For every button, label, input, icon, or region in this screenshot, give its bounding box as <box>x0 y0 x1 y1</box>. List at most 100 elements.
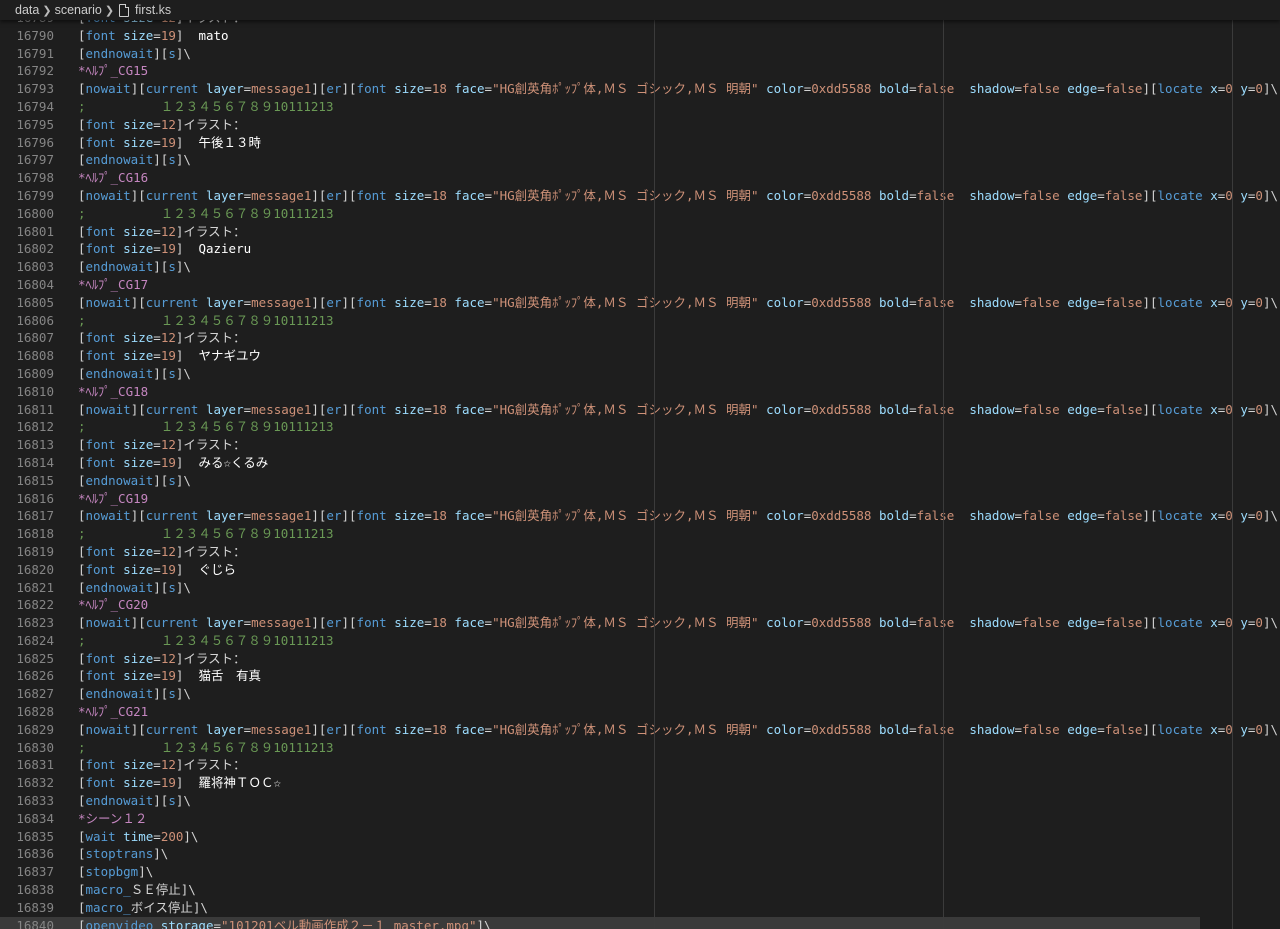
code-line[interactable]: 16836 [stoptrans]\ <box>0 845 1280 863</box>
code-line[interactable]: 16798 *ﾍﾙﾌﾟ_CG16 <box>0 169 1280 187</box>
code-token: = <box>213 917 222 929</box>
code-line[interactable]: 16840 [openvideo storage="101201ベル動画作成２－１… <box>0 916 1200 929</box>
code-token: y <box>1240 81 1248 97</box>
code-line[interactable]: 16808 [font size=19] ヤナギユウ <box>0 347 1280 365</box>
line-number: 16831 <box>16 757 54 773</box>
code-line[interactable]: 16795 [font size=12]イラスト： <box>0 116 1280 134</box>
code-line[interactable]: 16803 [endnowait][s]\ <box>0 258 1280 276</box>
code-token: endnowait <box>85 579 154 595</box>
code-token: ]\ <box>1262 81 1278 97</box>
code-line[interactable]: 16837 [stopbgm]\ <box>0 863 1280 881</box>
code-line[interactable]: 16816 *ﾍﾙﾌﾟ_CG19 <box>0 490 1280 508</box>
code-line[interactable]: 16820 [font size=19] ぐじら <box>0 561 1280 579</box>
code-token: *ﾍﾙﾌﾟ_CG16 <box>78 170 149 186</box>
code-token: size <box>123 437 154 453</box>
code-line[interactable]: 16838 [macro_ＳＥ停止]\ <box>0 881 1280 899</box>
code-line[interactable]: 16814 [font size=19] みる☆くるみ <box>0 454 1280 472</box>
code-line[interactable]: 16827 [endnowait][s]\ <box>0 685 1280 703</box>
code-token: ][ <box>341 81 357 97</box>
code-line[interactable]: 16792 *ﾍﾙﾌﾟ_CG15 <box>0 62 1280 80</box>
code-token: [ <box>78 45 86 61</box>
code-line[interactable]: 16810 *ﾍﾙﾌﾟ_CG18 <box>0 383 1280 401</box>
line-number: 16835 <box>16 828 54 844</box>
code-line[interactable]: 16831 [font size=12]イラスト： <box>0 756 1280 774</box>
line-number: 16825 <box>16 650 54 666</box>
code-line[interactable]: 16821 [endnowait][s]\ <box>0 579 1280 597</box>
code-line[interactable]: 16822 *ﾍﾙﾌﾟ_CG20 <box>0 596 1280 614</box>
code-line[interactable]: 16811 [nowait][current layer=message1][er… <box>0 401 1280 419</box>
code-line[interactable]: 16804 *ﾍﾙﾌﾟ_CG17 <box>0 276 1280 294</box>
code-line[interactable]: 16815 [endnowait][s]\ <box>0 472 1280 490</box>
code-line[interactable]: 16793 [nowait][current layer=message1][er… <box>0 80 1280 98</box>
code-line[interactable]: 16829 [nowait][current layer=message1][er… <box>0 721 1280 739</box>
code-token: edge <box>1067 508 1098 524</box>
code-line[interactable]: 16797 [endnowait][s]\ <box>0 151 1280 169</box>
code-token: ][ <box>153 793 169 809</box>
code-token: [ <box>78 561 86 577</box>
code-line[interactable]: 16834 *シーン１２ <box>0 810 1280 828</box>
breadcrumb-file[interactable]: first.ks <box>135 3 171 17</box>
code-token: ]\ <box>1262 721 1278 737</box>
breadcrumb-folder-data[interactable]: data <box>15 3 39 17</box>
code-line[interactable]: 16835 [wait time=200]\ <box>0 828 1280 846</box>
code-line[interactable]: 16807 [font size=12]イラスト： <box>0 329 1280 347</box>
code-token: Qazieru <box>198 241 252 257</box>
code-line[interactable]: 16825 [font size=12]イラスト： <box>0 650 1280 668</box>
line-number: 16801 <box>16 223 54 239</box>
line-code: [nowait][current layer=message1][er][fon… <box>78 294 1278 312</box>
code-line[interactable]: 16818 ; １２３４５６７８９10111213 <box>0 525 1280 543</box>
code-line[interactable]: 16839 [macro_ボイス停止]\ <box>0 899 1280 917</box>
code-line[interactable]: 16791 [endnowait][s]\ <box>0 45 1280 63</box>
code-token: = <box>909 81 917 97</box>
code-token: shadow <box>969 81 1015 97</box>
code-token: ボイス停止]\ <box>130 899 208 915</box>
code-token: ][ <box>153 152 169 168</box>
code-token: y <box>1240 508 1248 524</box>
code-token: font <box>85 134 116 150</box>
code-line[interactable]: 16824 ; １２３４５６７８９10111213 <box>0 632 1280 650</box>
code-line[interactable]: 16794 ; １２３４５６７８９10111213 <box>0 98 1280 116</box>
code-token: = <box>424 508 432 524</box>
line-number: 16832 <box>16 775 54 791</box>
code-token: = <box>909 294 917 310</box>
code-line[interactable]: 16790 [font size=19] mato <box>0 27 1280 45</box>
code-line[interactable]: 16796 [font size=19] 午後１３時 <box>0 134 1280 152</box>
code-token: = <box>1014 508 1023 524</box>
code-token: x <box>1210 401 1218 417</box>
code-token: font <box>356 187 387 203</box>
code-token: endnowait <box>85 152 154 168</box>
code-line[interactable]: 16830 ; １２３４５６７８９10111213 <box>0 739 1280 757</box>
line-code: [nowait][current layer=message1][er][fon… <box>78 507 1278 525</box>
code-line[interactable]: 16832 [font size=19] 羅将神ＴＯＣ☆ <box>0 774 1280 792</box>
code-token: = <box>243 81 252 97</box>
line-number: 16823 <box>16 615 54 631</box>
code-token: stoptrans <box>85 846 154 862</box>
code-line[interactable]: 16813 [font size=12]イラスト： <box>0 436 1280 454</box>
code-line[interactable]: 16817 [nowait][current layer=message1][er… <box>0 507 1280 525</box>
code-token: false <box>916 508 955 524</box>
code-line[interactable]: 16819 [font size=12]イラスト： <box>0 543 1280 561</box>
code-token: shadow <box>969 615 1015 631</box>
code-token: ][ <box>1142 401 1158 417</box>
breadcrumb-folder-scenario[interactable]: scenario <box>55 3 102 17</box>
code-line[interactable]: 16823 [nowait][current layer=message1][er… <box>0 614 1280 632</box>
code-token: false <box>1104 187 1143 203</box>
code-line[interactable]: 16800 ; １２３４５６７８９10111213 <box>0 205 1280 223</box>
code-line[interactable]: 16809 [endnowait][s]\ <box>0 365 1280 383</box>
code-line[interactable]: 16828 *ﾍﾙﾌﾟ_CG21 <box>0 703 1280 721</box>
code-line[interactable]: 16799 [nowait][current layer=message1][er… <box>0 187 1280 205</box>
code-line[interactable]: 16806 ; １２３４５６７８９10111213 <box>0 312 1280 330</box>
code-line[interactable]: 16833 [endnowait][s]\ <box>0 792 1280 810</box>
code-token: = <box>243 401 252 417</box>
code-line[interactable]: 16826 [font size=19] 猫舌 有真 <box>0 667 1280 685</box>
code-line[interactable]: 16801 [font size=12]イラスト： <box>0 223 1280 241</box>
code-token: font <box>356 294 387 310</box>
code-token: "101201ベル動画作成２－１_master.mpg" <box>221 917 477 929</box>
code-line[interactable]: 16802 [font size=19] Qazieru <box>0 240 1280 258</box>
code-line[interactable]: 16805 [nowait][current layer=message1][er… <box>0 294 1280 312</box>
code-editor[interactable]: 16789[font size=12]イラスト：16790[font size=… <box>0 0 1280 929</box>
code-token: = <box>1097 508 1105 524</box>
code-token: face <box>454 721 485 737</box>
code-token: 19 <box>160 241 176 257</box>
code-line[interactable]: 16812 ; １２３４５６７８９10111213 <box>0 418 1280 436</box>
